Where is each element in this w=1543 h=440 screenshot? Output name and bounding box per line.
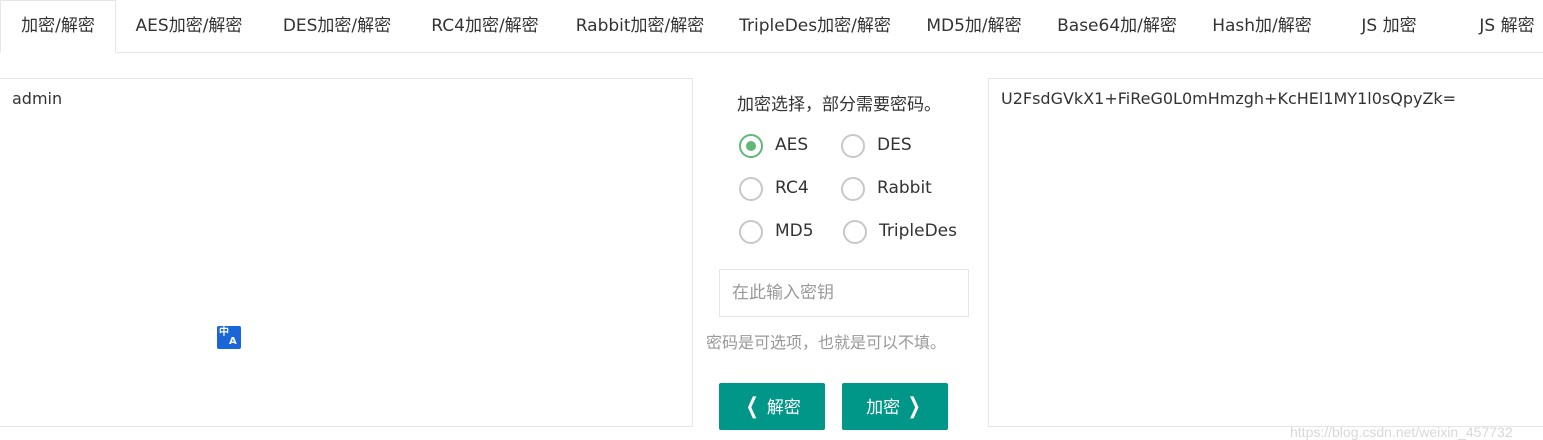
radio-label: RC4 [775, 178, 809, 198]
chevron-left-icon: ❮ [745, 394, 759, 419]
translate-icon-glyph-top: 中 [219, 327, 229, 338]
encrypt-button[interactable]: 加密 ❯ [842, 383, 948, 430]
key-input[interactable] [719, 269, 969, 317]
options-panel: 加密选择，部分需要密码。 AES DES RC4 Rabbit MD5 Trip… [694, 52, 988, 435]
radio-circle[interactable] [739, 134, 763, 158]
radio-circle[interactable] [841, 134, 865, 158]
chevron-right-icon: ❯ [908, 394, 922, 419]
tab-encrypt-decrypt[interactable]: 加密/解密 [0, 0, 116, 53]
radio-label: AES [775, 135, 809, 155]
encrypt-button-label: 加密 [866, 398, 901, 418]
radio-rc4[interactable]: RC4 [739, 177, 829, 205]
decrypt-button[interactable]: ❮ 解密 [719, 383, 825, 430]
watermark: https://blog.csdn.net/weixin_457732 [1290, 424, 1513, 440]
radio-circle[interactable] [843, 220, 867, 244]
radio-md5[interactable]: MD5 [739, 220, 829, 248]
radio-label: DES [877, 135, 912, 155]
tab-md5[interactable]: MD5加/解密 [908, 0, 1040, 52]
radio-des[interactable]: DES [841, 134, 931, 162]
radio-label: MD5 [775, 221, 814, 241]
algorithm-hint: 加密选择，部分需要密码。 [737, 95, 941, 115]
input-textarea[interactable]: admin 中 A [0, 78, 693, 427]
output-text: U2FsdGVkX1+FiReG0L0mHmzgh+KcHEl1MY1l0sQp… [1001, 89, 1457, 108]
radio-circle[interactable] [841, 177, 865, 201]
output-textarea[interactable]: U2FsdGVkX1+FiReG0L0mHmzgh+KcHEl1MY1l0sQp… [988, 78, 1543, 427]
translate-icon-glyph-bottom: A [229, 336, 237, 347]
tab-des[interactable]: DES加密/解密 [262, 0, 412, 52]
tab-aes[interactable]: AES加密/解密 [116, 0, 262, 52]
key-hint: 密码是可选项，也就是可以不填。 [706, 333, 947, 352]
tab-rabbit[interactable]: Rabbit加密/解密 [558, 0, 722, 52]
radio-tripledes[interactable]: TripleDes [843, 220, 973, 248]
translate-icon[interactable]: 中 A [217, 326, 241, 349]
radio-label: TripleDes [879, 221, 957, 241]
radio-circle[interactable] [739, 177, 763, 201]
radio-circle[interactable] [739, 220, 763, 244]
tab-js-encrypt[interactable]: JS 加密 [1330, 0, 1448, 52]
tab-tripledes[interactable]: TripleDes加密/解密 [722, 0, 908, 52]
tab-hash[interactable]: Hash加/解密 [1194, 0, 1330, 52]
radio-label: Rabbit [877, 178, 932, 198]
tab-base64[interactable]: Base64加/解密 [1040, 0, 1194, 52]
tab-js-decrypt[interactable]: JS 解密 [1448, 0, 1543, 52]
radio-rabbit[interactable]: Rabbit [841, 177, 951, 205]
tab-rc4[interactable]: RC4加密/解密 [412, 0, 558, 52]
radio-aes[interactable]: AES [739, 134, 829, 162]
decrypt-button-label: 解密 [766, 398, 801, 418]
tab-bar: 加密/解密 AES加密/解密 DES加密/解密 RC4加密/解密 Rabbit加… [0, 0, 1543, 53]
input-text: admin [12, 89, 63, 108]
